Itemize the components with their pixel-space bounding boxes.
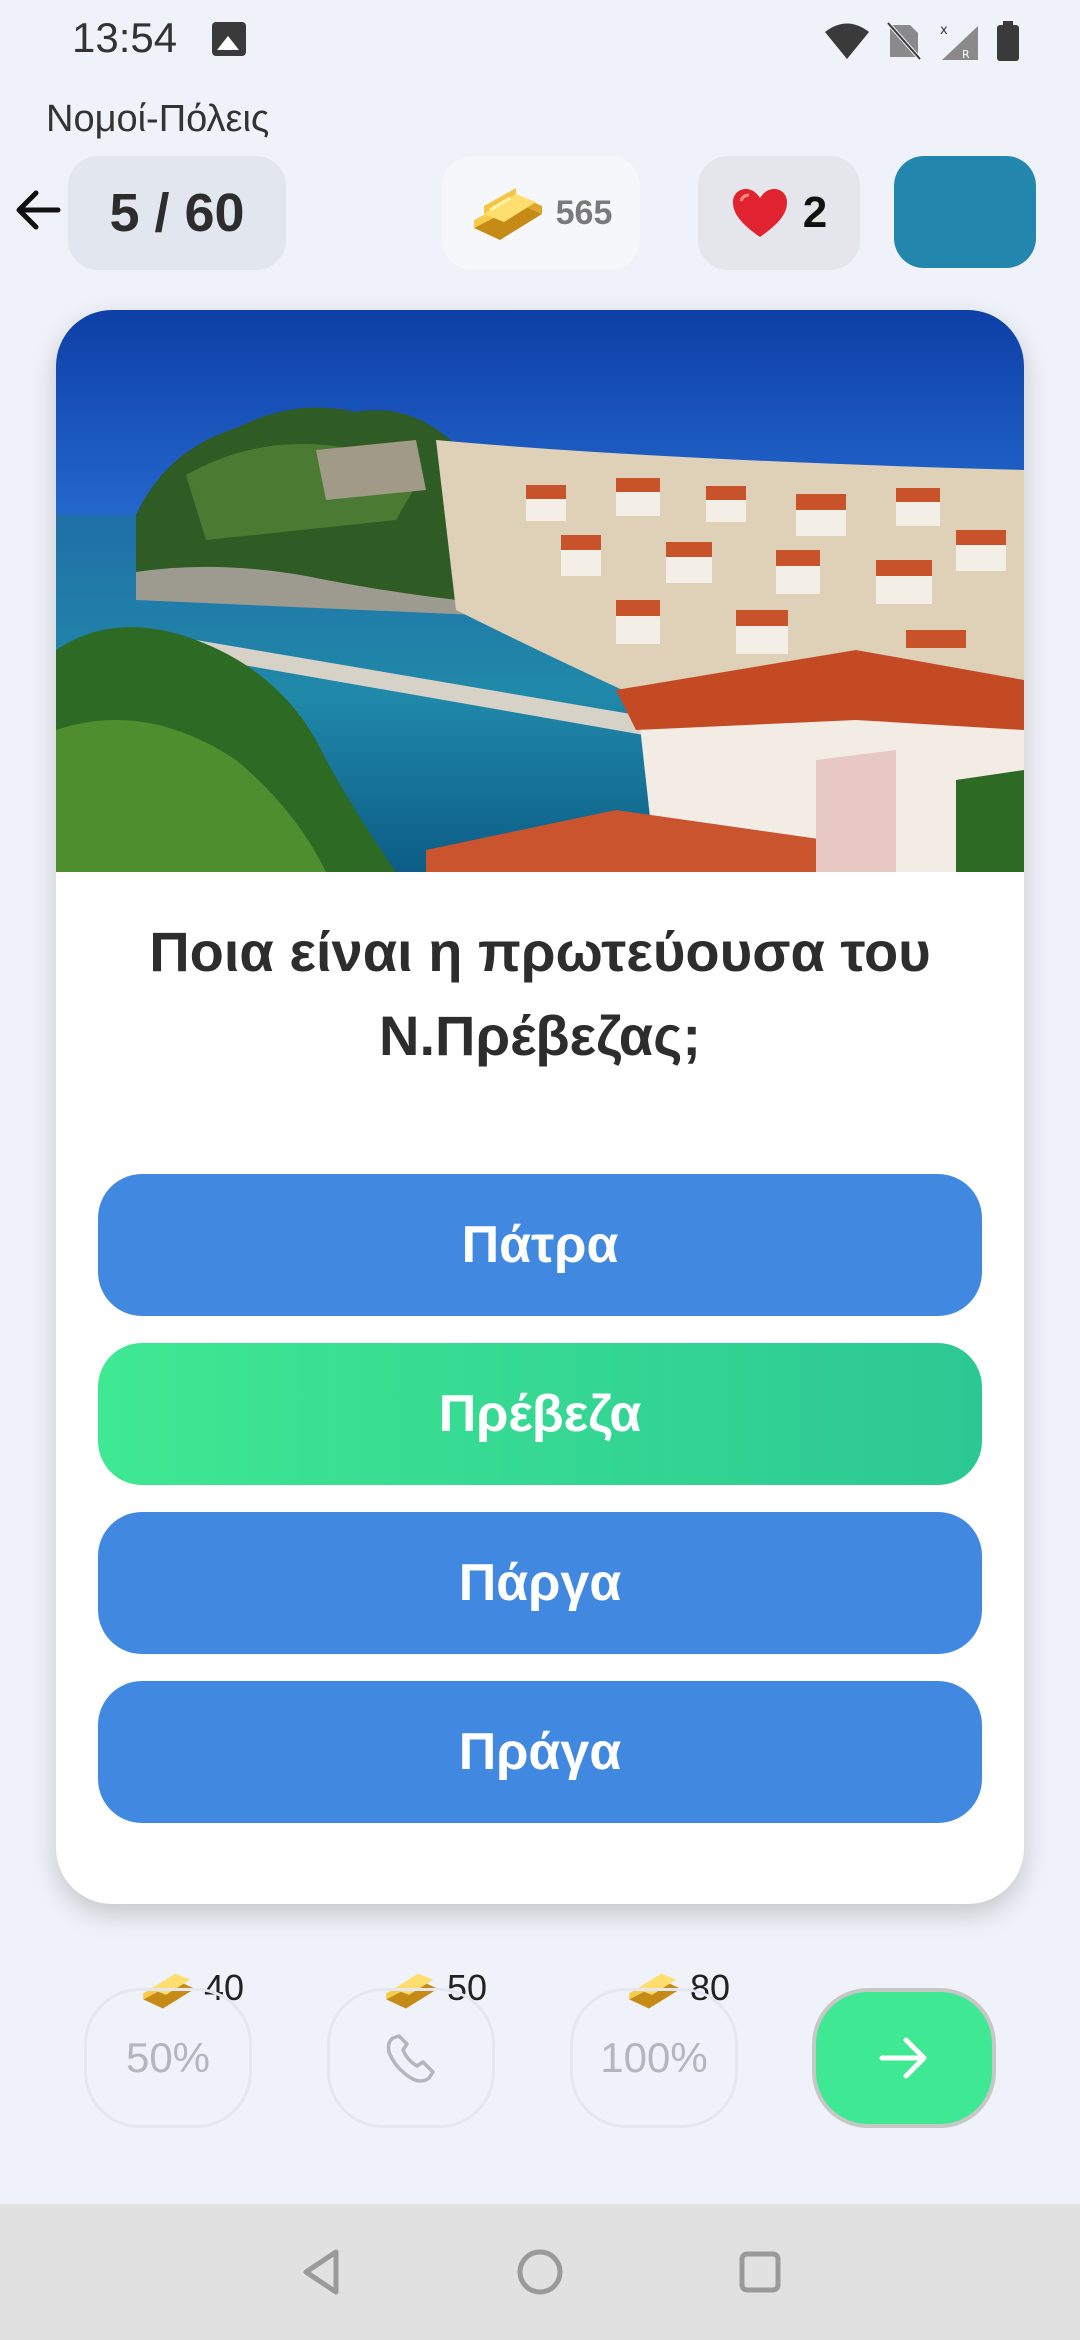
gold-bar-icon — [473, 188, 542, 240]
lives-counter: 2 — [698, 156, 860, 270]
menu-button[interactable] — [894, 156, 1036, 268]
nav-back-icon[interactable] — [292, 2242, 352, 2302]
arrow-right-icon — [879, 2037, 927, 2079]
answer-option-3[interactable]: Πάργα — [98, 1512, 982, 1654]
phone-lifeline-button[interactable] — [327, 1988, 495, 2128]
question-text: Ποια είναι η πρωτεύουσα του Ν.Πρέβεζας; — [149, 920, 931, 1067]
wifi-icon — [825, 23, 869, 59]
hundred-percent-lifeline-button[interactable]: 100% — [570, 1988, 738, 2128]
next-question-button[interactable] — [812, 1988, 996, 2128]
gallery-notification-icon — [212, 22, 246, 56]
phone-icon — [386, 2034, 435, 2083]
svg-text:x: x — [940, 23, 948, 38]
category-title: Νομοί-Πόλεις — [46, 98, 270, 140]
answer-option-1[interactable]: Πάτρα — [98, 1174, 982, 1316]
fifty-fifty-lifeline-button[interactable]: 50% — [84, 1988, 252, 2128]
no-sim-icon — [886, 21, 922, 61]
coin-balance: 565 — [442, 156, 640, 270]
status-bar: 13:54 xR — [0, 0, 1080, 80]
back-arrow-icon[interactable] — [10, 180, 70, 240]
answer-option-4[interactable]: Πράγα — [98, 1681, 982, 1823]
heart-icon — [732, 189, 787, 237]
question-progress: 5 / 60 — [68, 156, 286, 270]
status-time: 13:54 — [72, 14, 178, 61]
svg-text:R: R — [962, 48, 970, 61]
nav-home-icon[interactable] — [510, 2242, 570, 2302]
signal-icon: xR — [940, 23, 978, 61]
answer-option-2-correct[interactable]: Πρέβεζα — [98, 1343, 982, 1485]
coin-count: 565 — [555, 193, 613, 232]
nav-recents-icon[interactable] — [730, 2242, 790, 2302]
question-card: Ποια είναι η πρωτεύουσα του Ν.Πρέβεζας; … — [56, 310, 1024, 1904]
system-navigation-bar — [0, 2204, 1080, 2340]
lives-count: 2 — [802, 188, 828, 237]
question-photo — [56, 310, 1024, 872]
battery-icon — [997, 21, 1019, 61]
